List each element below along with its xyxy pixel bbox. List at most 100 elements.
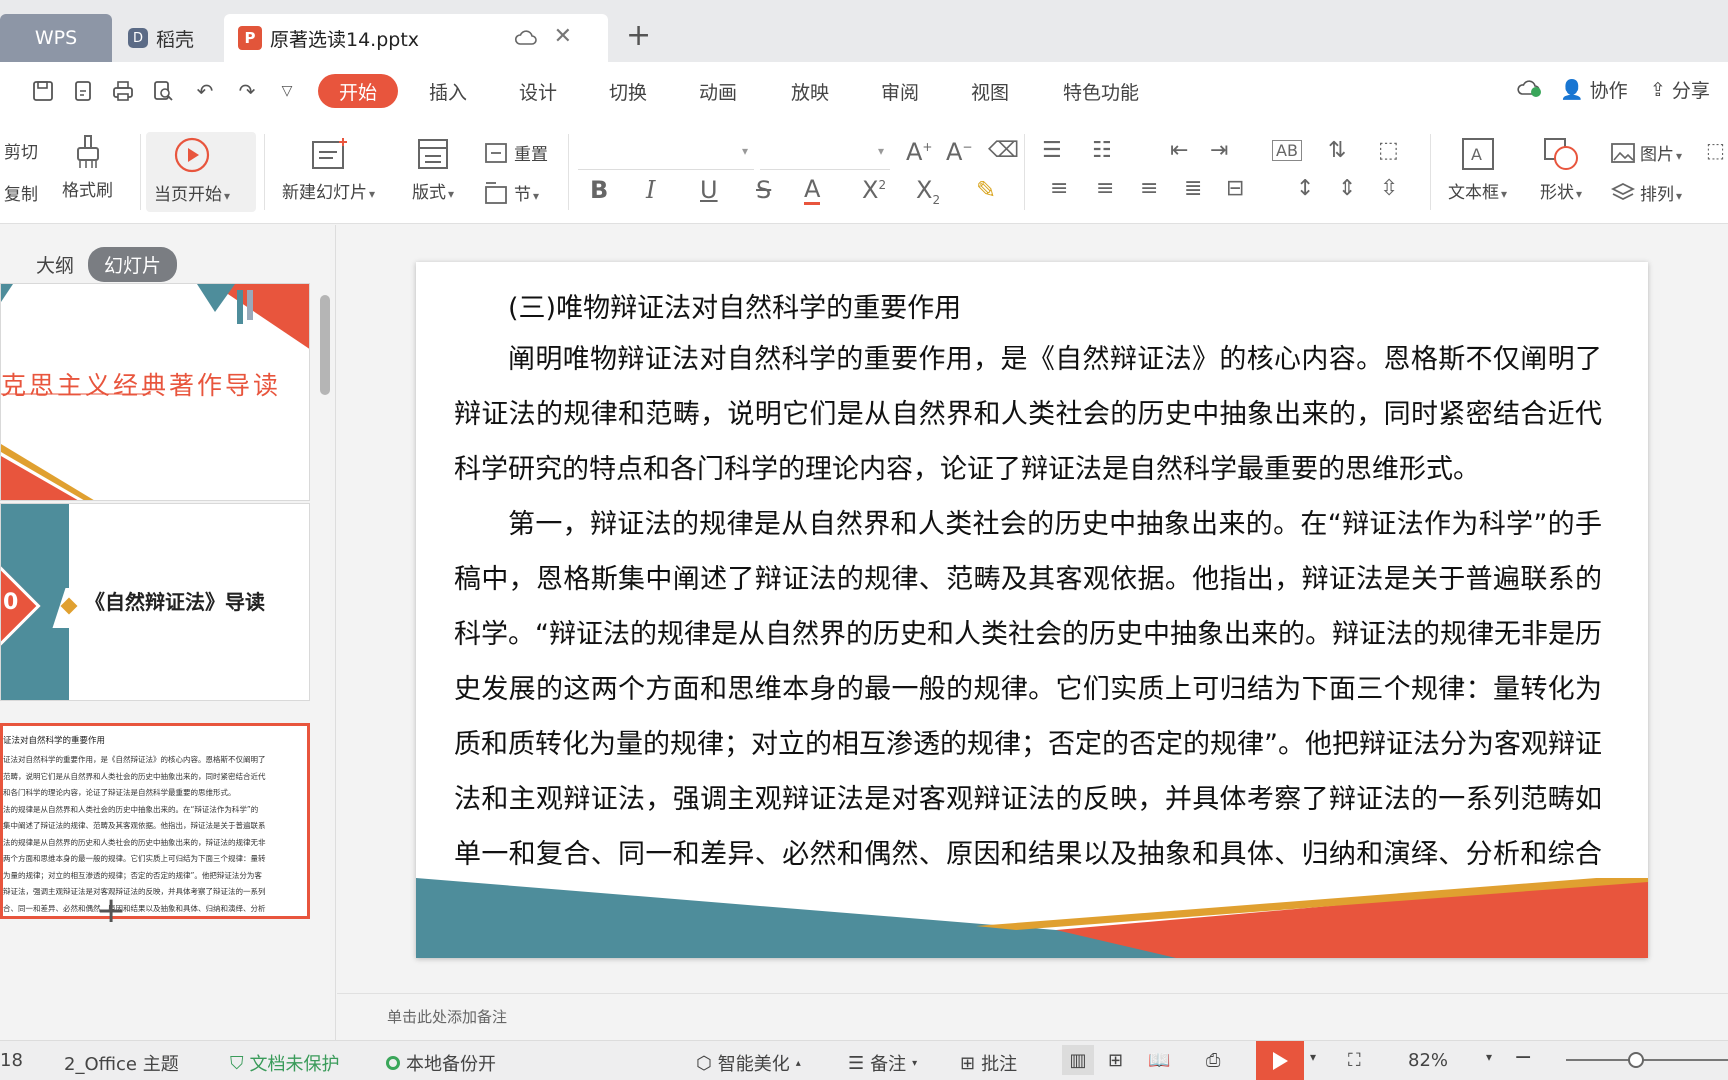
font-name-dropdown[interactable]: ▾ <box>578 138 754 170</box>
slide-footer-decoration <box>416 878 1648 958</box>
cut-button[interactable]: 剪切 <box>4 138 38 163</box>
align-center-icon[interactable]: ≡ <box>1096 176 1114 201</box>
smart-beautify-button[interactable]: ⬡ 智能美化 ▴ <box>696 1050 801 1076</box>
tab-slides[interactable]: 幻灯片 <box>88 247 178 282</box>
italic-icon[interactable]: I <box>646 176 655 204</box>
menu-transitions[interactable]: 切换 <box>598 74 658 108</box>
line-spacing-icon[interactable]: ↕ <box>1296 176 1314 201</box>
presenter-tools-icon[interactable]: ⎙ <box>1206 1050 1220 1071</box>
theme-name[interactable]: 2_Office 主题 <box>64 1050 179 1076</box>
undo-icon[interactable]: ↶ <box>190 76 220 106</box>
bold-icon[interactable]: B <box>590 176 608 204</box>
slide-count: 18 <box>0 1050 23 1071</box>
tab-wps[interactable]: WPS <box>0 14 112 62</box>
tab-document[interactable]: P 原著选读14.pptx ✕ <box>224 14 608 62</box>
format-painter-button[interactable]: 格式刷 <box>62 134 113 201</box>
slide-thumbnail-3[interactable]: 证法对自然科学的重要作用 证法对自然科学的重要作用，是《自然辩证法》的核心内容。… <box>0 723 310 919</box>
zoom-slider-handle[interactable] <box>1628 1052 1644 1068</box>
font-color-icon[interactable]: A <box>804 176 821 205</box>
share-button[interactable]: ⇪ 分享 <box>1650 76 1710 103</box>
normal-view-icon[interactable]: ▥ <box>1062 1045 1094 1075</box>
tab-outline[interactable]: 大纲 <box>36 251 74 278</box>
copy-button[interactable]: 复制 <box>4 180 38 205</box>
zoom-dropdown[interactable]: ▾ <box>1486 1050 1492 1064</box>
increase-font-icon[interactable]: A+ <box>906 138 932 166</box>
text-align-box-icon[interactable]: ⬚ <box>1378 138 1399 163</box>
play-from-current-button[interactable]: 当页开始 <box>154 136 230 205</box>
menu-design[interactable]: 设计 <box>508 74 568 108</box>
slide-title[interactable]: (三)唯物辩证法对自然科学的重要作用 <box>508 286 961 325</box>
comments-button[interactable]: ⊞ 批注 <box>960 1050 1017 1076</box>
zoom-slider[interactable] <box>1566 1059 1728 1061</box>
play-slideshow-button[interactable] <box>1256 1041 1304 1080</box>
zoom-out-icon[interactable]: − <box>1514 1045 1532 1070</box>
slide-thumbnail-2[interactable]: 0 《自然辩证法》导读 <box>0 503 310 701</box>
numbered-list-icon[interactable]: ☷ <box>1092 138 1112 163</box>
notes-area[interactable]: 单击此处添加备注 <box>337 993 1728 1040</box>
slide-paragraph-2[interactable]: 第一，辩证法的规律是从自然界和人类社会的历史中抽象出来的。在“辩证法作为科学”的… <box>454 497 1602 937</box>
quick-access-more-icon[interactable]: ▽ <box>272 76 302 106</box>
strikethrough-icon[interactable]: S <box>756 176 771 204</box>
justify-icon[interactable]: ≣ <box>1184 176 1202 201</box>
new-tab-icon[interactable]: + <box>626 18 651 53</box>
print-preview-icon[interactable] <box>148 76 178 106</box>
cloud-sync-icon[interactable] <box>1516 76 1542 98</box>
tab-daoke[interactable]: D 稻壳 <box>118 14 218 62</box>
text-box-button[interactable]: A 文本框 <box>1448 136 1507 203</box>
fit-window-icon[interactable]: ⛶ <box>1348 1050 1361 1071</box>
menu-insert[interactable]: 插入 <box>418 74 478 108</box>
close-tab-icon[interactable]: ✕ <box>554 24 572 49</box>
font-size-dropdown[interactable]: ▾ <box>760 138 890 170</box>
text-direction-icon[interactable]: AB <box>1272 140 1302 161</box>
notes-icon: ☰ <box>848 1052 865 1074</box>
reading-view-icon[interactable]: 📖 <box>1148 1050 1170 1071</box>
menu-home[interactable]: 开始 <box>318 74 398 108</box>
export-pdf-icon[interactable] <box>68 76 98 106</box>
underline-icon[interactable]: U <box>700 176 718 204</box>
decrease-font-icon[interactable]: A− <box>946 138 972 166</box>
menu-special-features[interactable]: 特色功能 <box>1056 74 1146 108</box>
align-left-icon[interactable]: ≡ <box>1050 176 1068 201</box>
column-spacing-icon[interactable]: ⇳ <box>1380 176 1398 201</box>
highlight-icon[interactable]: ✎ <box>976 176 996 204</box>
bullet-list-icon[interactable]: ☰ <box>1042 138 1062 163</box>
more-tools-icon[interactable]: ⬚ <box>1706 138 1725 162</box>
distributed-align-icon[interactable]: ⊟ <box>1226 176 1244 201</box>
increase-indent-icon[interactable]: ⇥ <box>1210 138 1228 163</box>
picture-button[interactable]: 图片 <box>1610 140 1682 165</box>
menu-animations[interactable]: 动画 <box>688 74 748 108</box>
add-slide-icon[interactable]: + <box>96 890 126 931</box>
align-right-icon[interactable]: ≡ <box>1140 176 1158 201</box>
collaborate-button[interactable]: 👤 协作 <box>1560 76 1628 103</box>
play-options-dropdown[interactable]: ▾ <box>1310 1050 1316 1064</box>
menu-review[interactable]: 审阅 <box>870 74 930 108</box>
slides-scrollbar[interactable] <box>320 295 330 395</box>
cloud-icon[interactable] <box>514 26 538 50</box>
protection-status[interactable]: ⛉ 文档未保护 <box>230 1050 340 1076</box>
print-icon[interactable] <box>108 76 138 106</box>
zoom-level[interactable]: 82% <box>1408 1050 1448 1071</box>
menu-slideshow[interactable]: 放映 <box>780 74 840 108</box>
slide-editor[interactable]: (三)唯物辩证法对自然科学的重要作用 阐明唯物辩证法对自然科学的重要作用，是《自… <box>416 262 1648 958</box>
slide-body-text[interactable]: 阐明唯物辩证法对自然科学的重要作用，是《自然辩证法》的核心内容。恩格斯不仅阐明了… <box>454 332 1602 937</box>
notes-toggle-button[interactable]: ☰ 备注 ▾ <box>848 1050 917 1076</box>
reset-button[interactable]: 重置 <box>484 140 548 165</box>
sort-icon[interactable]: ⇅ <box>1328 138 1346 163</box>
arrange-button[interactable]: 排列 <box>1610 180 1682 205</box>
section-button[interactable]: 节 <box>484 180 539 205</box>
shape-button[interactable]: 形状 <box>1540 136 1582 203</box>
slide-sorter-icon[interactable]: ⊞ <box>1108 1050 1123 1071</box>
slide-paragraph-1[interactable]: 阐明唯物辩证法对自然科学的重要作用，是《自然辩证法》的核心内容。恩格斯不仅阐明了… <box>454 332 1602 497</box>
decrease-indent-icon[interactable]: ⇤ <box>1170 138 1188 163</box>
new-slide-button[interactable]: 新建幻灯片 <box>282 136 375 203</box>
redo-icon[interactable]: ↷ <box>232 76 262 106</box>
subscript-icon[interactable]: X2 <box>916 176 940 207</box>
layout-button[interactable]: 版式 <box>412 136 454 203</box>
backup-status[interactable]: 本地备份开 <box>386 1050 496 1076</box>
paragraph-spacing-icon[interactable]: ⇕ <box>1338 176 1356 201</box>
slide-thumbnail-1[interactable]: 克思主义经典著作导读 <box>0 283 310 501</box>
menu-view[interactable]: 视图 <box>960 74 1020 108</box>
superscript-icon[interactable]: X2 <box>862 176 886 204</box>
save-icon[interactable] <box>28 76 58 106</box>
clear-format-icon[interactable]: ⌫ <box>988 138 1019 163</box>
